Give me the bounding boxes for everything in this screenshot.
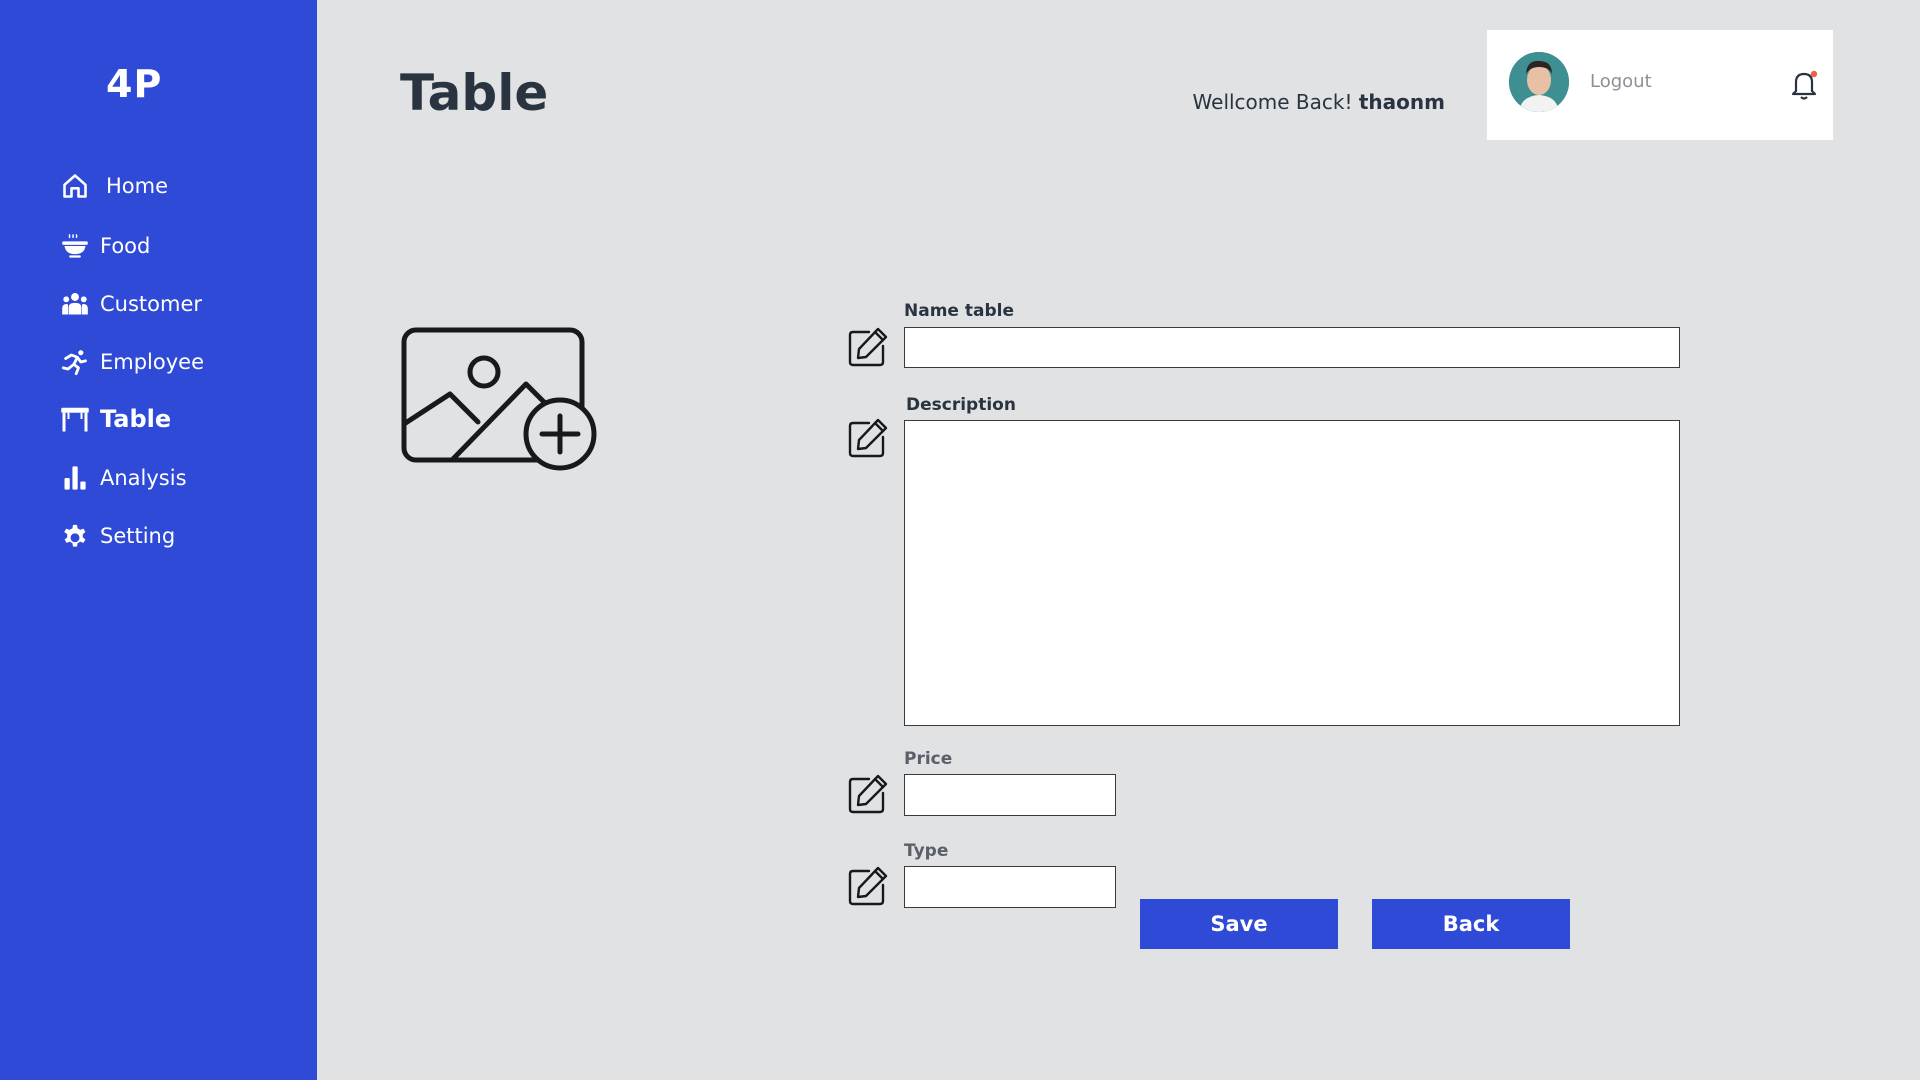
- sidebar-item-label: Table: [100, 405, 172, 433]
- sidebar-item-table[interactable]: Table: [60, 399, 171, 439]
- edit-icon: [847, 326, 889, 368]
- sidebar-item-label: Home: [106, 174, 169, 198]
- type-label: Type: [904, 841, 949, 861]
- type-input[interactable]: [904, 866, 1116, 908]
- welcome-message: Wellcome Back! thaonm: [1193, 90, 1445, 114]
- sidebar-item-home[interactable]: Home: [60, 166, 168, 206]
- sidebar-item-label: Food: [100, 234, 151, 258]
- sidebar: 4P Home Food Customer Employee Table Ana…: [0, 0, 317, 1080]
- price-label: Price: [904, 749, 953, 769]
- price-input[interactable]: [904, 774, 1116, 816]
- edit-icon: [847, 773, 889, 815]
- logout-button[interactable]: Logout: [1590, 71, 1652, 92]
- name-table-input[interactable]: [904, 327, 1680, 368]
- bell-icon[interactable]: [1788, 67, 1820, 101]
- description-label: Description: [906, 395, 1016, 415]
- sidebar-item-customer[interactable]: Customer: [60, 284, 202, 324]
- sidebar-item-setting[interactable]: Setting: [60, 516, 175, 556]
- home-icon: [60, 171, 90, 201]
- edit-icon: [847, 865, 889, 907]
- app-logo: 4P: [106, 62, 163, 106]
- sidebar-item-analysis[interactable]: Analysis: [60, 458, 187, 498]
- user-panel: Logout: [1487, 30, 1833, 140]
- bar-chart-icon: [60, 463, 90, 493]
- username: thaonm: [1358, 90, 1445, 114]
- avatar[interactable]: [1509, 52, 1569, 112]
- table-icon: [60, 404, 90, 434]
- sidebar-item-employee[interactable]: Employee: [60, 342, 204, 382]
- sidebar-item-food[interactable]: Food: [60, 226, 150, 266]
- save-button[interactable]: Save: [1140, 899, 1338, 949]
- image-add-icon[interactable]: [400, 326, 600, 474]
- users-icon: [60, 289, 90, 319]
- employee-run-icon: [60, 347, 90, 377]
- sidebar-item-label: Analysis: [100, 466, 187, 490]
- sidebar-item-label: Setting: [100, 524, 176, 548]
- description-textarea[interactable]: [904, 420, 1680, 726]
- food-bowl-icon: [60, 231, 90, 261]
- name-table-label: Name table: [904, 301, 1014, 321]
- welcome-text: Wellcome Back!: [1192, 90, 1353, 114]
- gear-icon: [60, 521, 90, 551]
- sidebar-item-label: Employee: [100, 350, 205, 374]
- edit-icon: [847, 417, 889, 459]
- page-title: Table: [400, 64, 549, 122]
- back-button[interactable]: Back: [1372, 899, 1570, 949]
- sidebar-item-label: Customer: [100, 292, 203, 316]
